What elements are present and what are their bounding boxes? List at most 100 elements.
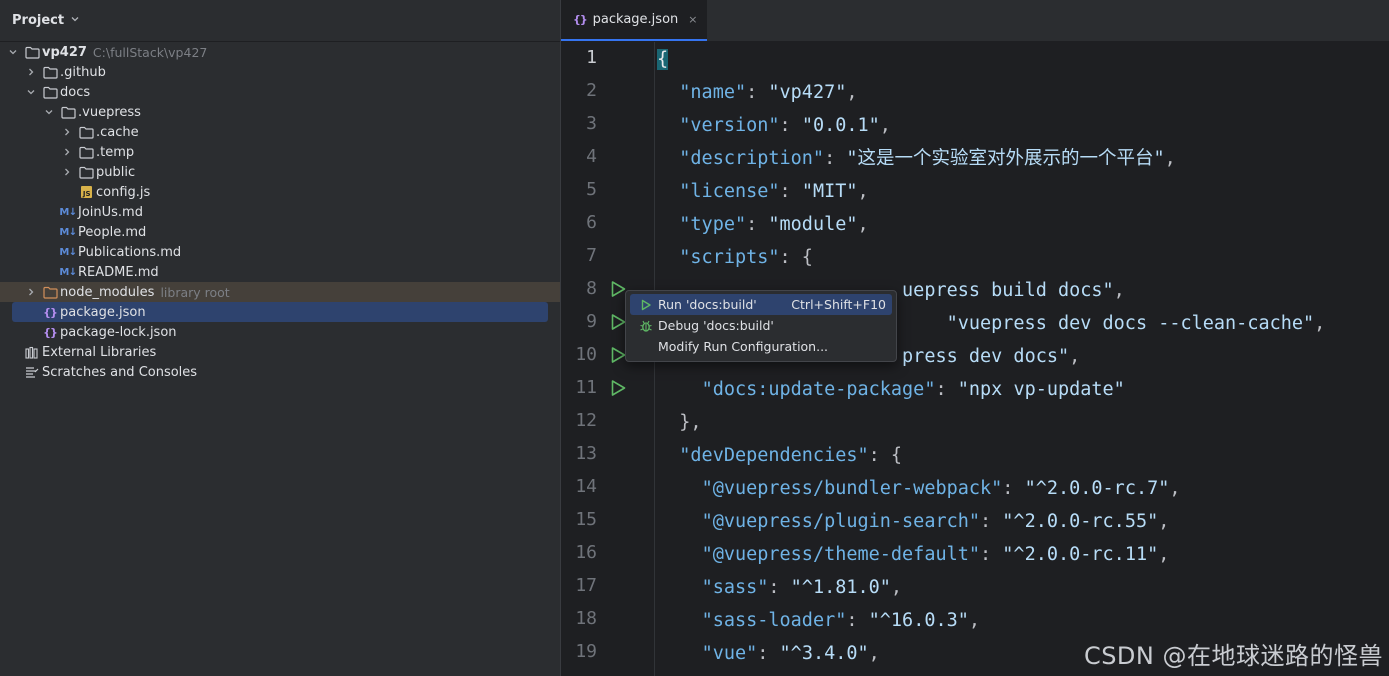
chevron-down-icon[interactable] xyxy=(26,87,42,97)
code-token: "license" xyxy=(679,181,780,202)
code-line[interactable]: "@vuepress/plugin-search": "^2.0.0-rc.55… xyxy=(657,505,1170,538)
tree-item[interactable]: JS config.js xyxy=(0,182,560,202)
debug-menu-item[interactable]: Debug 'docs:build' xyxy=(630,315,892,336)
code-token: , xyxy=(1113,280,1125,301)
code-line[interactable]: "sass-loader": "^16.0.3", xyxy=(657,604,980,637)
code-token: "这是一个实验室对外展示的一个平台" xyxy=(846,148,1165,169)
tree-item-label: .github xyxy=(60,64,106,80)
code-token: "^1.81.0" xyxy=(790,577,891,598)
tree-item-label: README.md xyxy=(78,264,159,280)
close-icon[interactable]: × xyxy=(688,13,697,26)
line-number: 12 xyxy=(575,410,597,431)
tree-item[interactable]: .github xyxy=(0,62,560,82)
code-token: , xyxy=(1169,478,1181,499)
code-token: , xyxy=(1158,544,1170,565)
code-token: : xyxy=(746,82,769,103)
code-line[interactable]: "devDependencies": { xyxy=(657,439,902,472)
chevron-right-icon[interactable] xyxy=(62,147,78,157)
code-token: , xyxy=(879,115,891,136)
tree-item[interactable]: .vuepress xyxy=(0,102,560,122)
line-number: 18 xyxy=(575,608,597,629)
chevron-down-icon[interactable] xyxy=(44,107,60,117)
code-token: "npx vp-update" xyxy=(957,379,1125,400)
code-token: "sass" xyxy=(701,577,769,598)
run-gutter-icon[interactable] xyxy=(609,379,627,397)
line-number: 3 xyxy=(586,113,597,134)
project-title[interactable]: Project xyxy=(12,13,64,28)
tree-item[interactable]: .temp xyxy=(0,142,560,162)
code-line[interactable]: "vue": "^3.4.0", xyxy=(657,637,880,670)
code-line[interactable]: "version": "0.0.1", xyxy=(657,109,891,142)
code-token: "module" xyxy=(768,214,858,235)
tree-item[interactable]: {} package.json xyxy=(12,302,548,322)
run-context-popup: Run 'docs:build' Ctrl+Shift+F10 Debug 'd… xyxy=(625,290,897,362)
code-line[interactable]: "scripts": { xyxy=(657,241,813,274)
tree-item[interactable]: {} package-lock.json xyxy=(0,322,560,342)
code-line[interactable]: "@vuepress/bundler-webpack": "^2.0.0-rc.… xyxy=(657,472,1181,505)
code-token: "^2.0.0-rc.7" xyxy=(1024,478,1170,499)
chevron-right-icon[interactable] xyxy=(26,287,42,297)
chevron-right-icon[interactable] xyxy=(62,167,78,177)
code-token: : xyxy=(779,115,802,136)
folder-icon xyxy=(24,44,40,60)
code-token: "name" xyxy=(679,82,747,103)
modify-run-config-item[interactable]: Modify Run Configuration... xyxy=(630,336,892,357)
json-file-icon: {} xyxy=(43,305,58,319)
json-file-icon: {} xyxy=(573,13,588,26)
chevron-down-icon[interactable] xyxy=(8,47,24,57)
code-token: : xyxy=(768,577,791,598)
json-file-icon: {} xyxy=(43,325,58,339)
tree-item[interactable]: M↓ README.md xyxy=(0,262,560,282)
code-line[interactable]: "name": "vp427", xyxy=(657,76,857,109)
code-line[interactable]: "type": "module", xyxy=(657,208,868,241)
code-token: "sass-loader" xyxy=(701,610,847,631)
code-line[interactable]: "description": "这是一个实验室对外展示的一个平台", xyxy=(657,142,1176,175)
tree-item-label: People.md xyxy=(78,224,147,240)
chevron-down-icon[interactable] xyxy=(70,14,80,27)
tree-item-hint: library root xyxy=(160,284,230,300)
code-line[interactable]: "license": "MIT", xyxy=(657,175,869,208)
code-line[interactable]: { xyxy=(657,43,669,76)
folder-icon xyxy=(78,164,94,180)
tree-item[interactable]: M↓ Publications.md xyxy=(0,242,560,262)
project-header[interactable]: Project xyxy=(0,0,560,42)
folder-excluded-icon xyxy=(42,284,58,300)
code-token: , xyxy=(1158,511,1170,532)
tree-item[interactable]: vp427 C:\fullStack\vp427 xyxy=(0,42,560,62)
line-number: 16 xyxy=(575,542,597,563)
code-line[interactable]: "@vuepress/theme-default": "^2.0.0-rc.11… xyxy=(657,538,1170,571)
code-token: { xyxy=(657,49,669,70)
tree-item[interactable]: public xyxy=(0,162,560,182)
code-line[interactable]: "sass": "^1.81.0", xyxy=(657,571,903,604)
tree-item[interactable]: node_modules library root xyxy=(0,282,560,302)
tree-item[interactable]: Scratches and Consoles xyxy=(0,362,560,382)
code-token: , xyxy=(857,181,869,202)
run-menu-item[interactable]: Run 'docs:build' Ctrl+Shift+F10 xyxy=(630,294,892,315)
line-number: 5 xyxy=(586,179,597,200)
code-token: : { xyxy=(779,247,813,268)
project-panel: Project vp427 C:\fullStack\vp427 .github do… xyxy=(0,0,560,676)
code-token: press dev docs" xyxy=(902,346,1070,367)
tree-item[interactable]: docs xyxy=(0,82,560,102)
tab-package-json[interactable]: {} package.json × xyxy=(561,0,707,41)
watermark: CSDN @在地球迷路的怪兽 xyxy=(1083,642,1383,670)
chevron-right-icon[interactable] xyxy=(62,127,78,137)
modify-menu-label: Modify Run Configuration... xyxy=(658,339,829,354)
tree-item-label: .temp xyxy=(96,144,135,160)
line-number: 2 xyxy=(586,80,597,101)
code-line[interactable]: }, xyxy=(657,406,701,439)
tree-item[interactable]: M↓ People.md xyxy=(0,222,560,242)
code-line[interactable]: "docs:update-package": "npx vp-update" xyxy=(657,373,1125,406)
tree-item[interactable]: M↓ JoinUs.md xyxy=(0,202,560,222)
tree-item-label: .vuepress xyxy=(78,104,141,120)
tree-item[interactable]: .cache xyxy=(0,122,560,142)
chevron-right-icon[interactable] xyxy=(26,67,42,77)
tree-item-label: JoinUs.md xyxy=(78,204,143,220)
tree-item[interactable]: External Libraries xyxy=(0,342,560,362)
js-file-icon: JS xyxy=(78,184,94,200)
